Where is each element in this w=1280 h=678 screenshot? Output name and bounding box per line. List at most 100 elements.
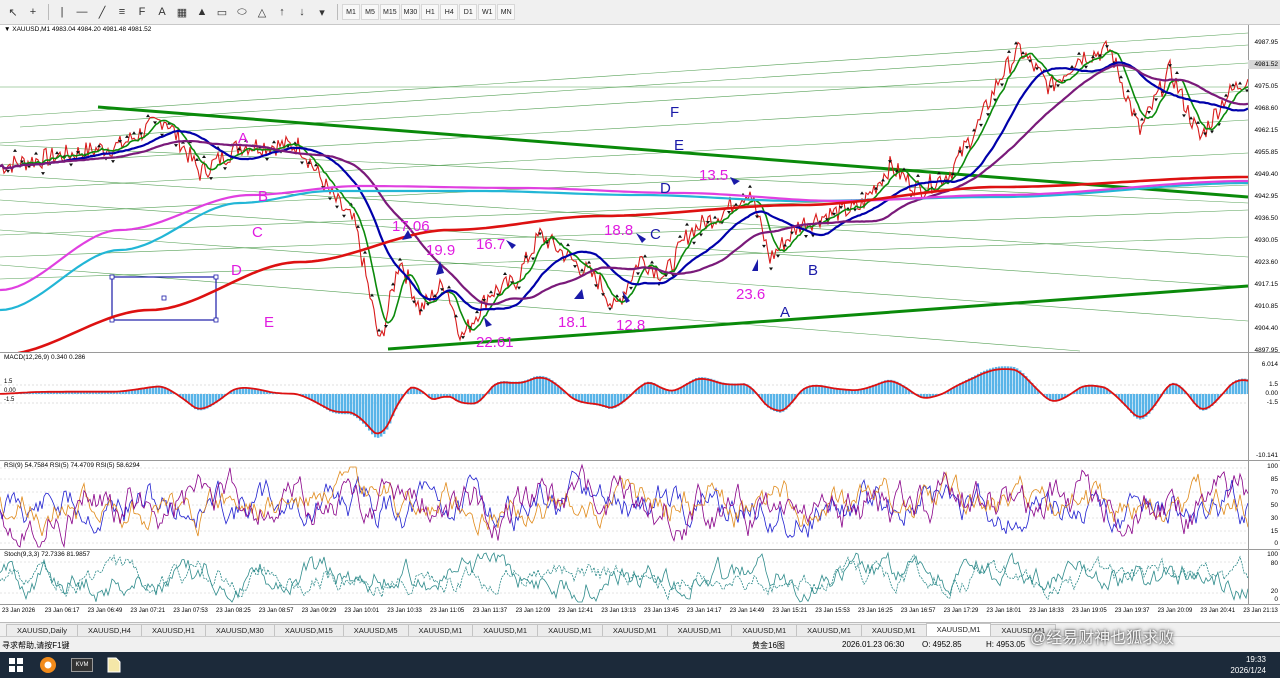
horizontal-line-icon[interactable]: — <box>73 3 91 21</box>
ohlc-readout: XAUUSD,M1 4983.04 4984.20 4981.48 4981.5… <box>12 26 152 33</box>
arrow-down-icon[interactable]: ↓ <box>293 3 311 21</box>
fractal-marker <box>881 178 885 182</box>
time-tick-label: 23 Jan 15:21 <box>772 608 808 614</box>
timeframe-m1-button[interactable]: M1 <box>342 4 360 20</box>
chart-tab[interactable]: XAUUSD,M15 <box>273 624 344 636</box>
clock[interactable]: 19:33 2026/1/24 <box>1230 654 1266 676</box>
macd-left-level-label: 1.5 <box>4 379 13 385</box>
chart-tab[interactable]: XAUUSD,M1 <box>407 624 474 636</box>
time-tick-label: 23 Jan 20:41 <box>1200 608 1236 614</box>
channel-line <box>0 119 1248 191</box>
measure-label: 18.8 <box>604 222 633 239</box>
chart-tab[interactable]: XAUUSD,M1 <box>472 624 539 636</box>
price-tick-label: 4962.15 <box>1254 127 1279 135</box>
timeframe-m30-button[interactable]: M30 <box>400 4 421 20</box>
chart-tab[interactable]: XAUUSD,M1 <box>731 624 798 636</box>
chart-tab[interactable]: XAUUSD,M1 <box>925 623 992 636</box>
fractal-marker <box>762 244 766 248</box>
timeframe-h4-button[interactable]: H4 <box>440 4 459 20</box>
measure-label: 13.5 <box>699 167 728 184</box>
crosshair-icon[interactable]: + <box>24 3 42 21</box>
vertical-line-icon[interactable]: | <box>53 3 71 21</box>
price-chart[interactable]: ABCDEFEDCBA17.0619.9 16.718.813.522.6118.… <box>0 25 1248 353</box>
chart-tab[interactable]: XAUUSD,H1 <box>140 624 206 636</box>
timeframe-m5-button[interactable]: M5 <box>361 4 379 20</box>
macd-histogram-bar <box>344 394 347 415</box>
stochastic-chart[interactable] <box>0 550 1248 605</box>
support-trendline <box>387 284 1248 351</box>
trendline-icon[interactable]: ╱ <box>93 3 111 21</box>
fractal-marker <box>55 151 59 155</box>
timeframe-m15-button[interactable]: M15 <box>380 4 400 20</box>
macd-pane[interactable]: MACD(12,26,9) 0.340 0.286 6.014 1.5 0.00 -1… <box>0 353 1280 461</box>
fibo-fan-icon[interactable]: ▲ <box>193 3 211 21</box>
price-axis: 4987.95 4975.05 4968.60 4962.15 4955.85 4949.… <box>1248 25 1280 352</box>
time-tick-label: 23 Jan 12:41 <box>558 608 594 614</box>
more-dropdown-icon[interactable]: ▾ <box>313 3 331 21</box>
chart-tab[interactable]: XAUUSD,Daily <box>6 624 79 636</box>
kvm-app-icon[interactable]: KVM <box>70 655 94 675</box>
current-price-tag: 4981.52 <box>1248 60 1280 69</box>
chart-tab[interactable]: XAUUSD,H4 <box>77 624 142 636</box>
arrow-pointer-icon <box>636 233 646 243</box>
timeframe-d1-button[interactable]: D1 <box>459 4 478 20</box>
wave-label-blue: D <box>660 180 671 197</box>
macd-signal-line <box>0 368 1248 435</box>
cursor-icon[interactable]: ↖ <box>4 3 22 21</box>
macd-histogram-bar <box>341 394 344 415</box>
chart-tab[interactable]: XAUUSD,M1 <box>860 624 927 636</box>
macd-tick-label: 0.00 <box>1265 390 1278 397</box>
channel-icon[interactable]: ≡ <box>113 3 131 21</box>
triangle-icon[interactable]: △ <box>253 3 271 21</box>
chart-tab[interactable]: XAUUSD,M1 <box>796 624 862 636</box>
stochastic-pane[interactable]: Stoch(9,3,3) 72.7336 81.9857 100 80 20 0 <box>0 550 1280 605</box>
fractal-marker <box>461 336 465 340</box>
timeframe-w1-button[interactable]: W1 <box>478 4 497 20</box>
fractal-marker <box>342 214 346 218</box>
windows-start-icon[interactable] <box>6 655 26 675</box>
fractal-marker <box>111 160 115 164</box>
rsi-pane[interactable]: RSI(9) 54.7584 RSI(5) 74.4709 RSI(5) 58.… <box>0 461 1280 550</box>
chart-tab[interactable]: XAUUSD,M1 <box>537 624 603 636</box>
text-icon[interactable]: A <box>153 3 171 21</box>
rectangle-icon[interactable]: ▭ <box>213 3 231 21</box>
chart-tab[interactable]: XAUUSD,M30 <box>204 624 275 636</box>
chart-tab[interactable]: XAUUSD,M1 <box>601 624 668 636</box>
rsi-label: RSI(9) 54.7584 RSI(5) 74.4709 RSI(5) 58.… <box>4 462 140 469</box>
symbol-header: ▼ XAUUSD,M1 4983.04 4984.20 4981.48 4981… <box>4 26 152 33</box>
time-tick-label: 23 Jan 17:29 <box>943 608 979 614</box>
fractal-marker <box>748 184 752 188</box>
file-explorer-icon[interactable] <box>104 655 124 675</box>
status-high: H: 4953.05 <box>986 640 1026 649</box>
time-tick-label: 23 Jan 06:17 <box>44 608 80 614</box>
fractal-marker <box>573 265 577 269</box>
macd-chart[interactable] <box>0 353 1248 461</box>
fibonacci-icon[interactable]: F <box>133 3 151 21</box>
chart-window[interactable]: ▼ XAUUSD,M1 4983.04 4984.20 4981.48 4981… <box>0 25 1280 622</box>
macd-histogram-bar <box>986 369 989 394</box>
stoch-label: Stoch(9,3,3) 72.7336 81.9857 <box>4 551 91 558</box>
fractal-marker <box>447 285 451 289</box>
fractal-marker <box>587 260 591 264</box>
ellipse-icon[interactable]: ⬭ <box>233 3 251 21</box>
measure-label: 17.06 <box>392 218 430 235</box>
rsi5b-line <box>0 463 1248 549</box>
price-tick-label: 4975.05 <box>1254 83 1279 91</box>
fractal-marker <box>643 254 647 258</box>
time-tick-label: 23 Jan 10:01 <box>344 608 380 614</box>
stoch-tick-label: 0 <box>1274 596 1278 603</box>
rsi-chart[interactable] <box>0 461 1248 550</box>
price-tick-label: 4949.40 <box>1254 170 1279 178</box>
time-tick-label: 23 Jan 08:57 <box>258 608 294 614</box>
timeframe-h1-button[interactable]: H1 <box>421 4 440 20</box>
price-pane[interactable]: ▼ XAUUSD,M1 4983.04 4984.20 4981.48 4981… <box>0 25 1280 353</box>
time-tick-label: 23 Jan 18:33 <box>1029 608 1064 614</box>
time-tick-label: 23 Jan 06:49 <box>87 608 123 614</box>
gann-grid-icon[interactable]: ▦ <box>173 3 191 21</box>
chart-tab[interactable]: XAUUSD,M5 <box>342 624 409 636</box>
timeframe-mn-button[interactable]: MN <box>497 4 516 20</box>
wave-label-magenta: E <box>264 314 274 331</box>
arrow-up-icon[interactable]: ↑ <box>273 3 291 21</box>
browser-app-icon[interactable] <box>38 655 58 675</box>
chart-tab[interactable]: XAUUSD,M1 <box>666 624 733 636</box>
